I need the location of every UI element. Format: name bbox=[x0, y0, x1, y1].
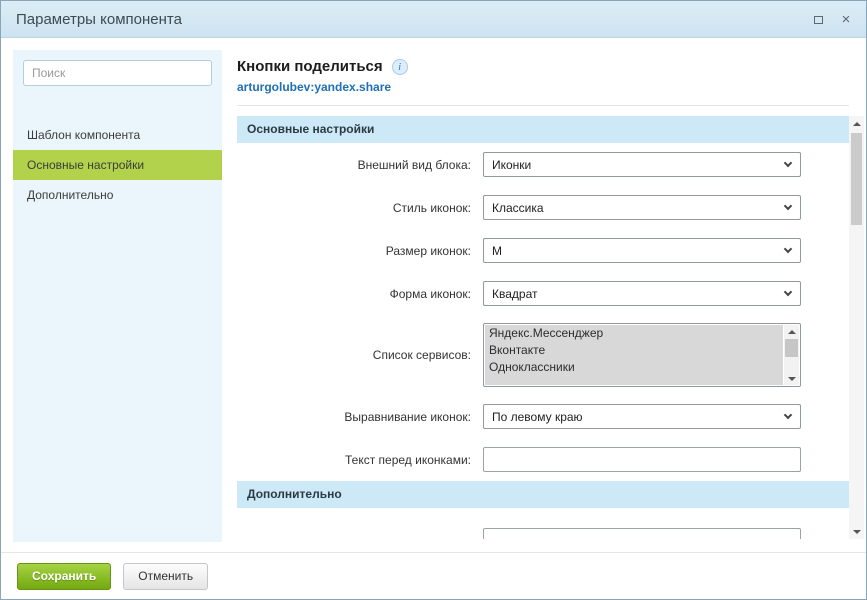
scroll-up-icon[interactable] bbox=[784, 325, 799, 338]
field-control: Квадрат bbox=[483, 281, 801, 306]
maximize-icon[interactable] bbox=[808, 10, 828, 30]
window-controls: × bbox=[808, 1, 856, 38]
dialog-title: Параметры компонента bbox=[16, 11, 182, 28]
chevron-down-icon bbox=[784, 411, 792, 419]
cancel-button[interactable]: Отменить bbox=[123, 563, 208, 590]
sidebar-menu: Шаблон компонента Основные настройки Доп… bbox=[13, 120, 222, 210]
scroll-down-icon[interactable] bbox=[784, 372, 799, 385]
chevron-down-icon bbox=[784, 288, 792, 296]
maximize-glyph bbox=[814, 16, 823, 24]
multiselect-option[interactable]: Яндекс.Мессенджер bbox=[485, 325, 783, 342]
field-control: Иконки bbox=[483, 152, 801, 177]
select-value: M bbox=[492, 244, 502, 258]
chevron-down-icon bbox=[784, 159, 792, 167]
field-label: Стиль иконок: bbox=[237, 201, 483, 215]
header-divider bbox=[237, 105, 849, 106]
text-before-icons-input[interactable] bbox=[483, 447, 801, 472]
dialog-footer: Сохранить Отменить bbox=[1, 552, 866, 599]
field-label: Выравнивание иконок: bbox=[237, 410, 483, 424]
main-scrollbar[interactable] bbox=[849, 116, 864, 539]
field-control: Классика bbox=[483, 195, 801, 220]
multiselect-option[interactable]: Вконтакте bbox=[485, 342, 783, 359]
field-control: Яндекс.Мессенджер Вконтакте Одноклассник… bbox=[483, 323, 801, 387]
form-row-appearance: Внешний вид блока: Иконки bbox=[237, 143, 849, 186]
select-value: Иконки bbox=[492, 158, 531, 172]
scroll-thumb[interactable] bbox=[785, 339, 798, 357]
appearance-select[interactable]: Иконки bbox=[483, 152, 801, 177]
field-control: M bbox=[483, 238, 801, 263]
services-multiselect[interactable]: Яндекс.Мессенджер Вконтакте Одноклассник… bbox=[483, 323, 801, 387]
field-label: Внешний вид блока: bbox=[237, 158, 483, 172]
component-code-link[interactable]: arturgolubev:yandex.share bbox=[237, 80, 391, 94]
field-label: Текст перед иконками: bbox=[237, 453, 483, 467]
select-value: Квадрат bbox=[492, 287, 538, 301]
close-icon[interactable]: × bbox=[836, 10, 856, 30]
chevron-down-icon bbox=[784, 202, 792, 210]
settings-form: Основные настройки Внешний вид блока: Ик… bbox=[237, 116, 849, 539]
sidebar-item-additional[interactable]: Дополнительно bbox=[13, 180, 222, 210]
icon-size-select[interactable]: M bbox=[483, 238, 801, 263]
field-label: Форма иконок: bbox=[237, 287, 483, 301]
sidebar: Шаблон компонента Основные настройки Доп… bbox=[13, 50, 222, 542]
field-label: Размер иконок: bbox=[237, 244, 483, 258]
section-additional: Дополнительно bbox=[237, 481, 849, 508]
form-row-icon-style: Стиль иконок: Классика bbox=[237, 186, 849, 229]
icon-align-select[interactable]: По левому краю bbox=[483, 404, 801, 429]
field-label: Список сервисов: bbox=[237, 348, 483, 362]
form-row-services: Список сервисов: Яндекс.Мессенджер Вконт… bbox=[237, 315, 849, 395]
component-parameters-dialog: Параметры компонента × Шаблон компонента… bbox=[0, 0, 867, 600]
scroll-thumb[interactable] bbox=[851, 133, 862, 225]
field-control: По левому краю bbox=[483, 404, 801, 429]
scroll-up-icon[interactable] bbox=[849, 116, 864, 131]
field-control bbox=[483, 528, 801, 539]
sidebar-item-main-settings[interactable]: Основные настройки bbox=[13, 150, 222, 180]
main-header: Кнопки поделиться i arturgolubev:yandex.… bbox=[237, 58, 408, 96]
section-main-settings: Основные настройки bbox=[237, 116, 849, 143]
save-button[interactable]: Сохранить bbox=[17, 563, 111, 590]
dialog-titlebar: Параметры компонента × bbox=[1, 1, 866, 38]
multiselect-scrollbar[interactable] bbox=[784, 325, 799, 385]
chevron-down-icon bbox=[784, 245, 792, 253]
page-title: Кнопки поделиться bbox=[237, 58, 383, 75]
search-input[interactable] bbox=[23, 60, 212, 86]
select-value: Классика bbox=[492, 201, 544, 215]
multiselect-options: Яндекс.Мессенджер Вконтакте Одноклассник… bbox=[485, 325, 783, 385]
partial-input[interactable] bbox=[483, 528, 801, 539]
form-row-partial bbox=[237, 508, 849, 539]
icon-shape-select[interactable]: Квадрат bbox=[483, 281, 801, 306]
form-row-icon-size: Размер иконок: M bbox=[237, 229, 849, 272]
select-value: По левому краю bbox=[492, 410, 583, 424]
icon-style-select[interactable]: Классика bbox=[483, 195, 801, 220]
field-control bbox=[483, 447, 801, 472]
form-row-icon-align: Выравнивание иконок: По левому краю bbox=[237, 395, 849, 438]
info-icon[interactable]: i bbox=[392, 59, 408, 75]
sidebar-item-component-template[interactable]: Шаблон компонента bbox=[13, 120, 222, 150]
form-row-icon-shape: Форма иконок: Квадрат bbox=[237, 272, 849, 315]
form-row-text-before-icons: Текст перед иконками: bbox=[237, 438, 849, 481]
scroll-down-icon[interactable] bbox=[849, 524, 864, 539]
multiselect-option[interactable]: Одноклассники bbox=[485, 359, 783, 376]
